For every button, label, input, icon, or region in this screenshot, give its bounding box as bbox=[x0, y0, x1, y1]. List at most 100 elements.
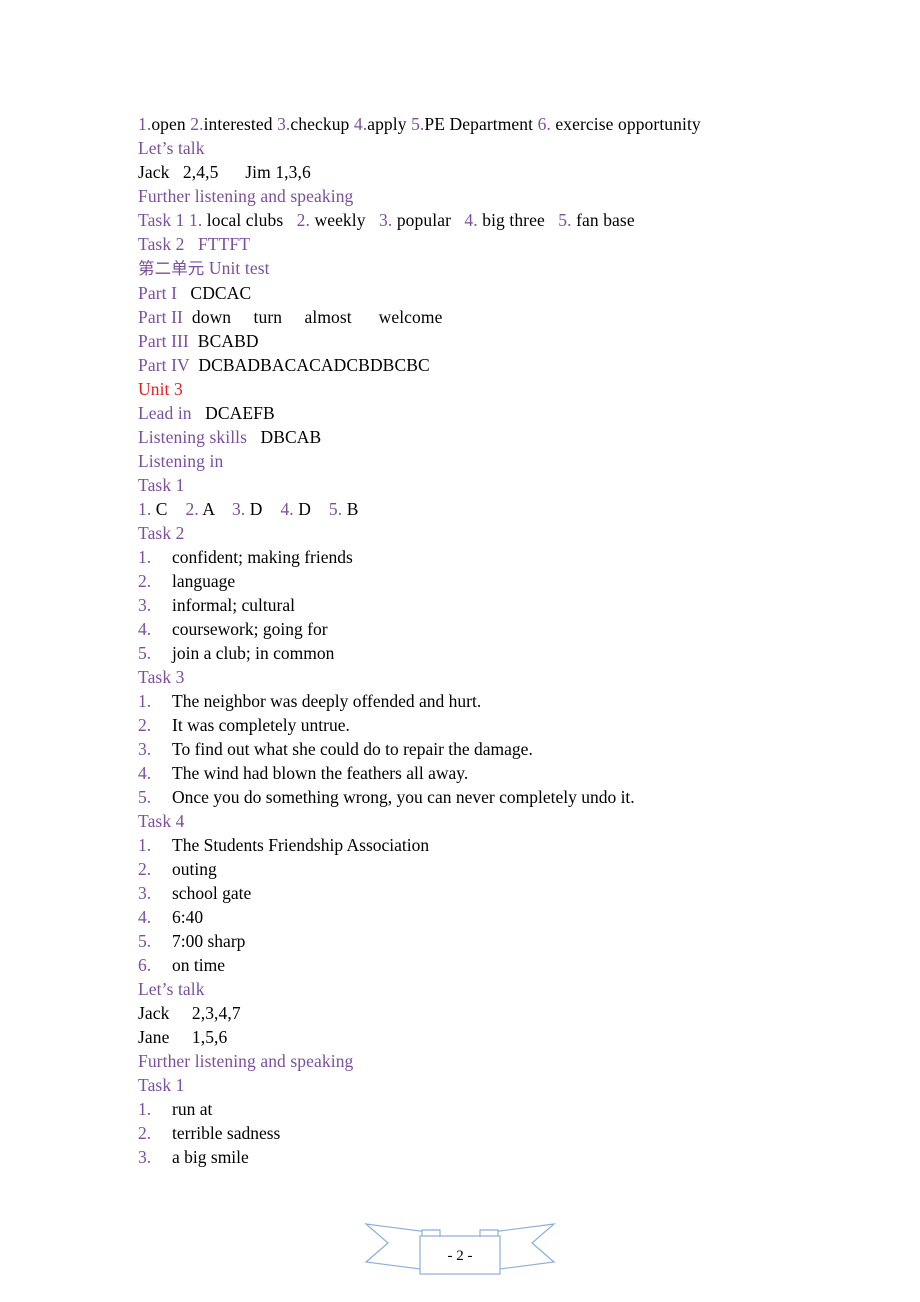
answer-line-jack: Jack 2,3,4,7 bbox=[138, 1003, 241, 1023]
list-marker: 5. bbox=[138, 643, 152, 663]
section-heading-listening-in: Listening in bbox=[138, 451, 224, 471]
answer-line-further-task2: Task 2 FTTFT bbox=[138, 234, 250, 254]
unit-heading-chinese: 第二单元 bbox=[138, 259, 205, 278]
answer-line-part-2: Part II down turn almost welcome bbox=[138, 305, 798, 329]
section-heading-further-listening-2: Further listening and speaking bbox=[138, 1051, 354, 1071]
task-heading-further-1: Task 1 bbox=[138, 1075, 185, 1095]
section-label: Lead in bbox=[138, 403, 192, 423]
list-marker: 4. bbox=[138, 619, 152, 639]
part-answer: down turn almost welcome bbox=[182, 307, 443, 327]
page-footer: - 2 - bbox=[0, 1212, 920, 1290]
item-number: 1. bbox=[189, 210, 203, 230]
item-number: 5. bbox=[558, 210, 572, 230]
list-marker: 1. bbox=[138, 547, 152, 567]
item-answer: local clubs bbox=[202, 210, 297, 230]
item-answer: B bbox=[342, 499, 359, 519]
item-number: 2. bbox=[296, 210, 310, 230]
task-heading-2: Task 2 bbox=[138, 523, 185, 543]
list-text: on time bbox=[172, 955, 225, 975]
item-number: 2. bbox=[185, 499, 199, 519]
part-label: Part III bbox=[138, 331, 189, 351]
list-item: 1. The neighbor was deeply offended and h… bbox=[138, 689, 798, 713]
list-text: terrible sadness bbox=[172, 1123, 281, 1143]
item-number: 3. bbox=[232, 499, 246, 519]
list-item: 2. It was completely untrue. bbox=[138, 713, 798, 737]
answer-line-listening-skills: Listening skills DBCAB bbox=[138, 425, 798, 449]
list-marker: 3. bbox=[138, 595, 152, 615]
task-label: Task 1 bbox=[138, 210, 189, 230]
list-item: 4. 6:40 bbox=[138, 905, 798, 929]
ribbon-right-tail bbox=[491, 1223, 556, 1271]
section-answer: DCAEFB bbox=[191, 403, 275, 423]
list-marker: 1. bbox=[138, 691, 152, 711]
list-item: 3. informal; cultural bbox=[138, 593, 798, 617]
item-number: 5. bbox=[411, 114, 425, 134]
page-number: - 2 - bbox=[448, 1248, 473, 1264]
list-marker: 1. bbox=[138, 835, 152, 855]
list-item: 3. To find out what she could do to repai… bbox=[138, 737, 798, 761]
answer-line-listening-task1: 1. C 2. A 3. D 4. D 5. B bbox=[138, 497, 798, 521]
part-answer: CDCAC bbox=[177, 283, 252, 303]
further-task1-list: 1. run at 2. terrible sadness 3. a big smil… bbox=[138, 1097, 798, 1169]
list-text: join a club; in common bbox=[172, 643, 335, 663]
list-marker: 3. bbox=[138, 1147, 152, 1167]
list-text: run at bbox=[172, 1099, 213, 1119]
document-page: 1.open 2.interested 3.checkup 4.apply 5.… bbox=[0, 0, 920, 1302]
part-answer: DCBADBACACADCBDBCBC bbox=[189, 355, 430, 375]
list-text: 7:00 sharp bbox=[172, 931, 246, 951]
item-answer: apply bbox=[367, 114, 412, 134]
list-text: coursework; going for bbox=[172, 619, 328, 639]
list-marker: 1. bbox=[138, 1099, 152, 1119]
answer-line-part-1: Part I CDCAC bbox=[138, 281, 798, 305]
list-text: 6:40 bbox=[172, 907, 204, 927]
list-marker: 2. bbox=[138, 715, 152, 735]
item-number: 3. bbox=[277, 114, 291, 134]
item-number: 4. bbox=[464, 210, 478, 230]
list-item: 2. language bbox=[138, 569, 798, 593]
answer-line-unit2-vocab: 1.open 2.interested 3.checkup 4.apply 5.… bbox=[138, 112, 798, 136]
answer-line-further-task1: Task 1 1. local clubs 2. weekly 3. popul… bbox=[138, 208, 798, 232]
part-label: Part I bbox=[138, 283, 177, 303]
item-answer: weekly bbox=[309, 210, 380, 230]
list-text: To find out what she could do to repair … bbox=[172, 739, 533, 759]
list-item: 4. The wind had blown the feathers all aw… bbox=[138, 761, 798, 785]
answer-line-part-3: Part III BCABD bbox=[138, 329, 798, 353]
list-text: confident; making friends bbox=[172, 547, 353, 567]
list-item: 1. run at bbox=[138, 1097, 798, 1121]
part-answer: BCABD bbox=[188, 331, 259, 351]
list-text: school gate bbox=[172, 883, 252, 903]
list-text: It was completely untrue. bbox=[172, 715, 350, 735]
list-marker: 3. bbox=[138, 739, 152, 759]
list-item: 2. terrible sadness bbox=[138, 1121, 798, 1145]
item-answer: D bbox=[245, 499, 281, 519]
item-answer: checkup bbox=[290, 114, 354, 134]
item-answer: popular bbox=[392, 210, 465, 230]
task-heading-3: Task 3 bbox=[138, 667, 185, 687]
list-text: a big smile bbox=[172, 1147, 249, 1167]
item-answer: C bbox=[151, 499, 186, 519]
item-answer: exercise opportunity bbox=[550, 114, 701, 134]
list-marker: 2. bbox=[138, 1123, 152, 1143]
list-item: 5. Once you do something wrong, you can n… bbox=[138, 785, 798, 809]
item-answer: PE Department bbox=[424, 114, 538, 134]
list-item: 3. a big smile bbox=[138, 1145, 798, 1169]
list-item: 3. school gate bbox=[138, 881, 798, 905]
item-answer: D bbox=[293, 499, 329, 519]
part-label: Part II bbox=[138, 307, 183, 327]
item-number: 6. bbox=[537, 114, 551, 134]
list-item: 6. on time bbox=[138, 953, 798, 977]
unit-heading-english: Unit test bbox=[204, 258, 270, 278]
answer-line-jane: Jane 1,5,6 bbox=[138, 1027, 228, 1047]
ribbon-banner-icon: - 2 - bbox=[364, 1223, 556, 1275]
item-answer: interested bbox=[203, 114, 278, 134]
list-text: Once you do something wrong, you can nev… bbox=[172, 787, 635, 807]
list-marker: 6. bbox=[138, 955, 152, 975]
answer-line-jack-jim: Jack 2,4,5 Jim 1,3,6 bbox=[138, 162, 311, 182]
list-text: language bbox=[172, 571, 236, 591]
item-number: 1. bbox=[138, 499, 152, 519]
task-heading-1: Task 1 bbox=[138, 475, 185, 495]
list-marker: 4. bbox=[138, 907, 152, 927]
list-marker: 3. bbox=[138, 883, 152, 903]
list-item: 5. join a club; in common bbox=[138, 641, 798, 665]
task3-list: 1. The neighbor was deeply offended and h… bbox=[138, 689, 798, 809]
